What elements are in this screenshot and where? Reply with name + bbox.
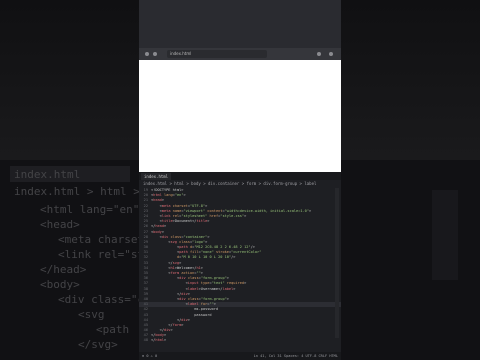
forward-icon[interactable] [153,52,157,56]
code-line[interactable]: 48 </html> [139,338,341,343]
line-number: 48 [143,338,148,343]
ghost-line: <path [96,323,130,336]
back-icon[interactable] [145,52,149,56]
editor-tabbar: index.html [139,172,341,180]
webpage-viewport [139,60,341,172]
code-area[interactable]: 19 <!DOCTYPE html> 20 <html lang="en"> 21 <he… [139,188,341,344]
code-text[interactable]: </html> [151,338,166,343]
ghost-line: </svg> [78,338,118,351]
ghost-line: <svg [78,308,105,321]
phone-top-area [139,0,341,48]
phone-frame: index.html index.html index.html > html … [139,0,341,360]
ghost-line: </head> [40,263,87,276]
status-problems[interactable]: ⊗ 0 ⚠ 0 [142,352,157,360]
editor-tab[interactable]: index.html [141,173,172,180]
status-info[interactable]: Ln 41, Col 31 Spaces: 4 UTF-8 CRLF HTML [254,352,338,360]
ghost-line: index.html [14,168,81,181]
ghost-line: <html lang="en"> [40,203,146,216]
status-bar: ⊗ 0 ⚠ 0 Ln 41, Col 31 Spaces: 4 UTF-8 CR… [139,352,341,360]
address-bar[interactable]: index.html [167,50,267,58]
code-editor: index.html index.html > html > body > di… [139,172,341,360]
minimap[interactable] [335,188,339,338]
extension-icon[interactable] [317,52,321,56]
ghost-scrollbar [432,190,458,280]
browser-toolbar: index.html [139,48,341,60]
ghost-line: <head> [40,218,80,231]
menu-icon[interactable] [329,52,333,56]
ghost-line: <body> [40,278,80,291]
breadcrumb[interactable]: index.html > html > body > div.container… [143,181,316,186]
